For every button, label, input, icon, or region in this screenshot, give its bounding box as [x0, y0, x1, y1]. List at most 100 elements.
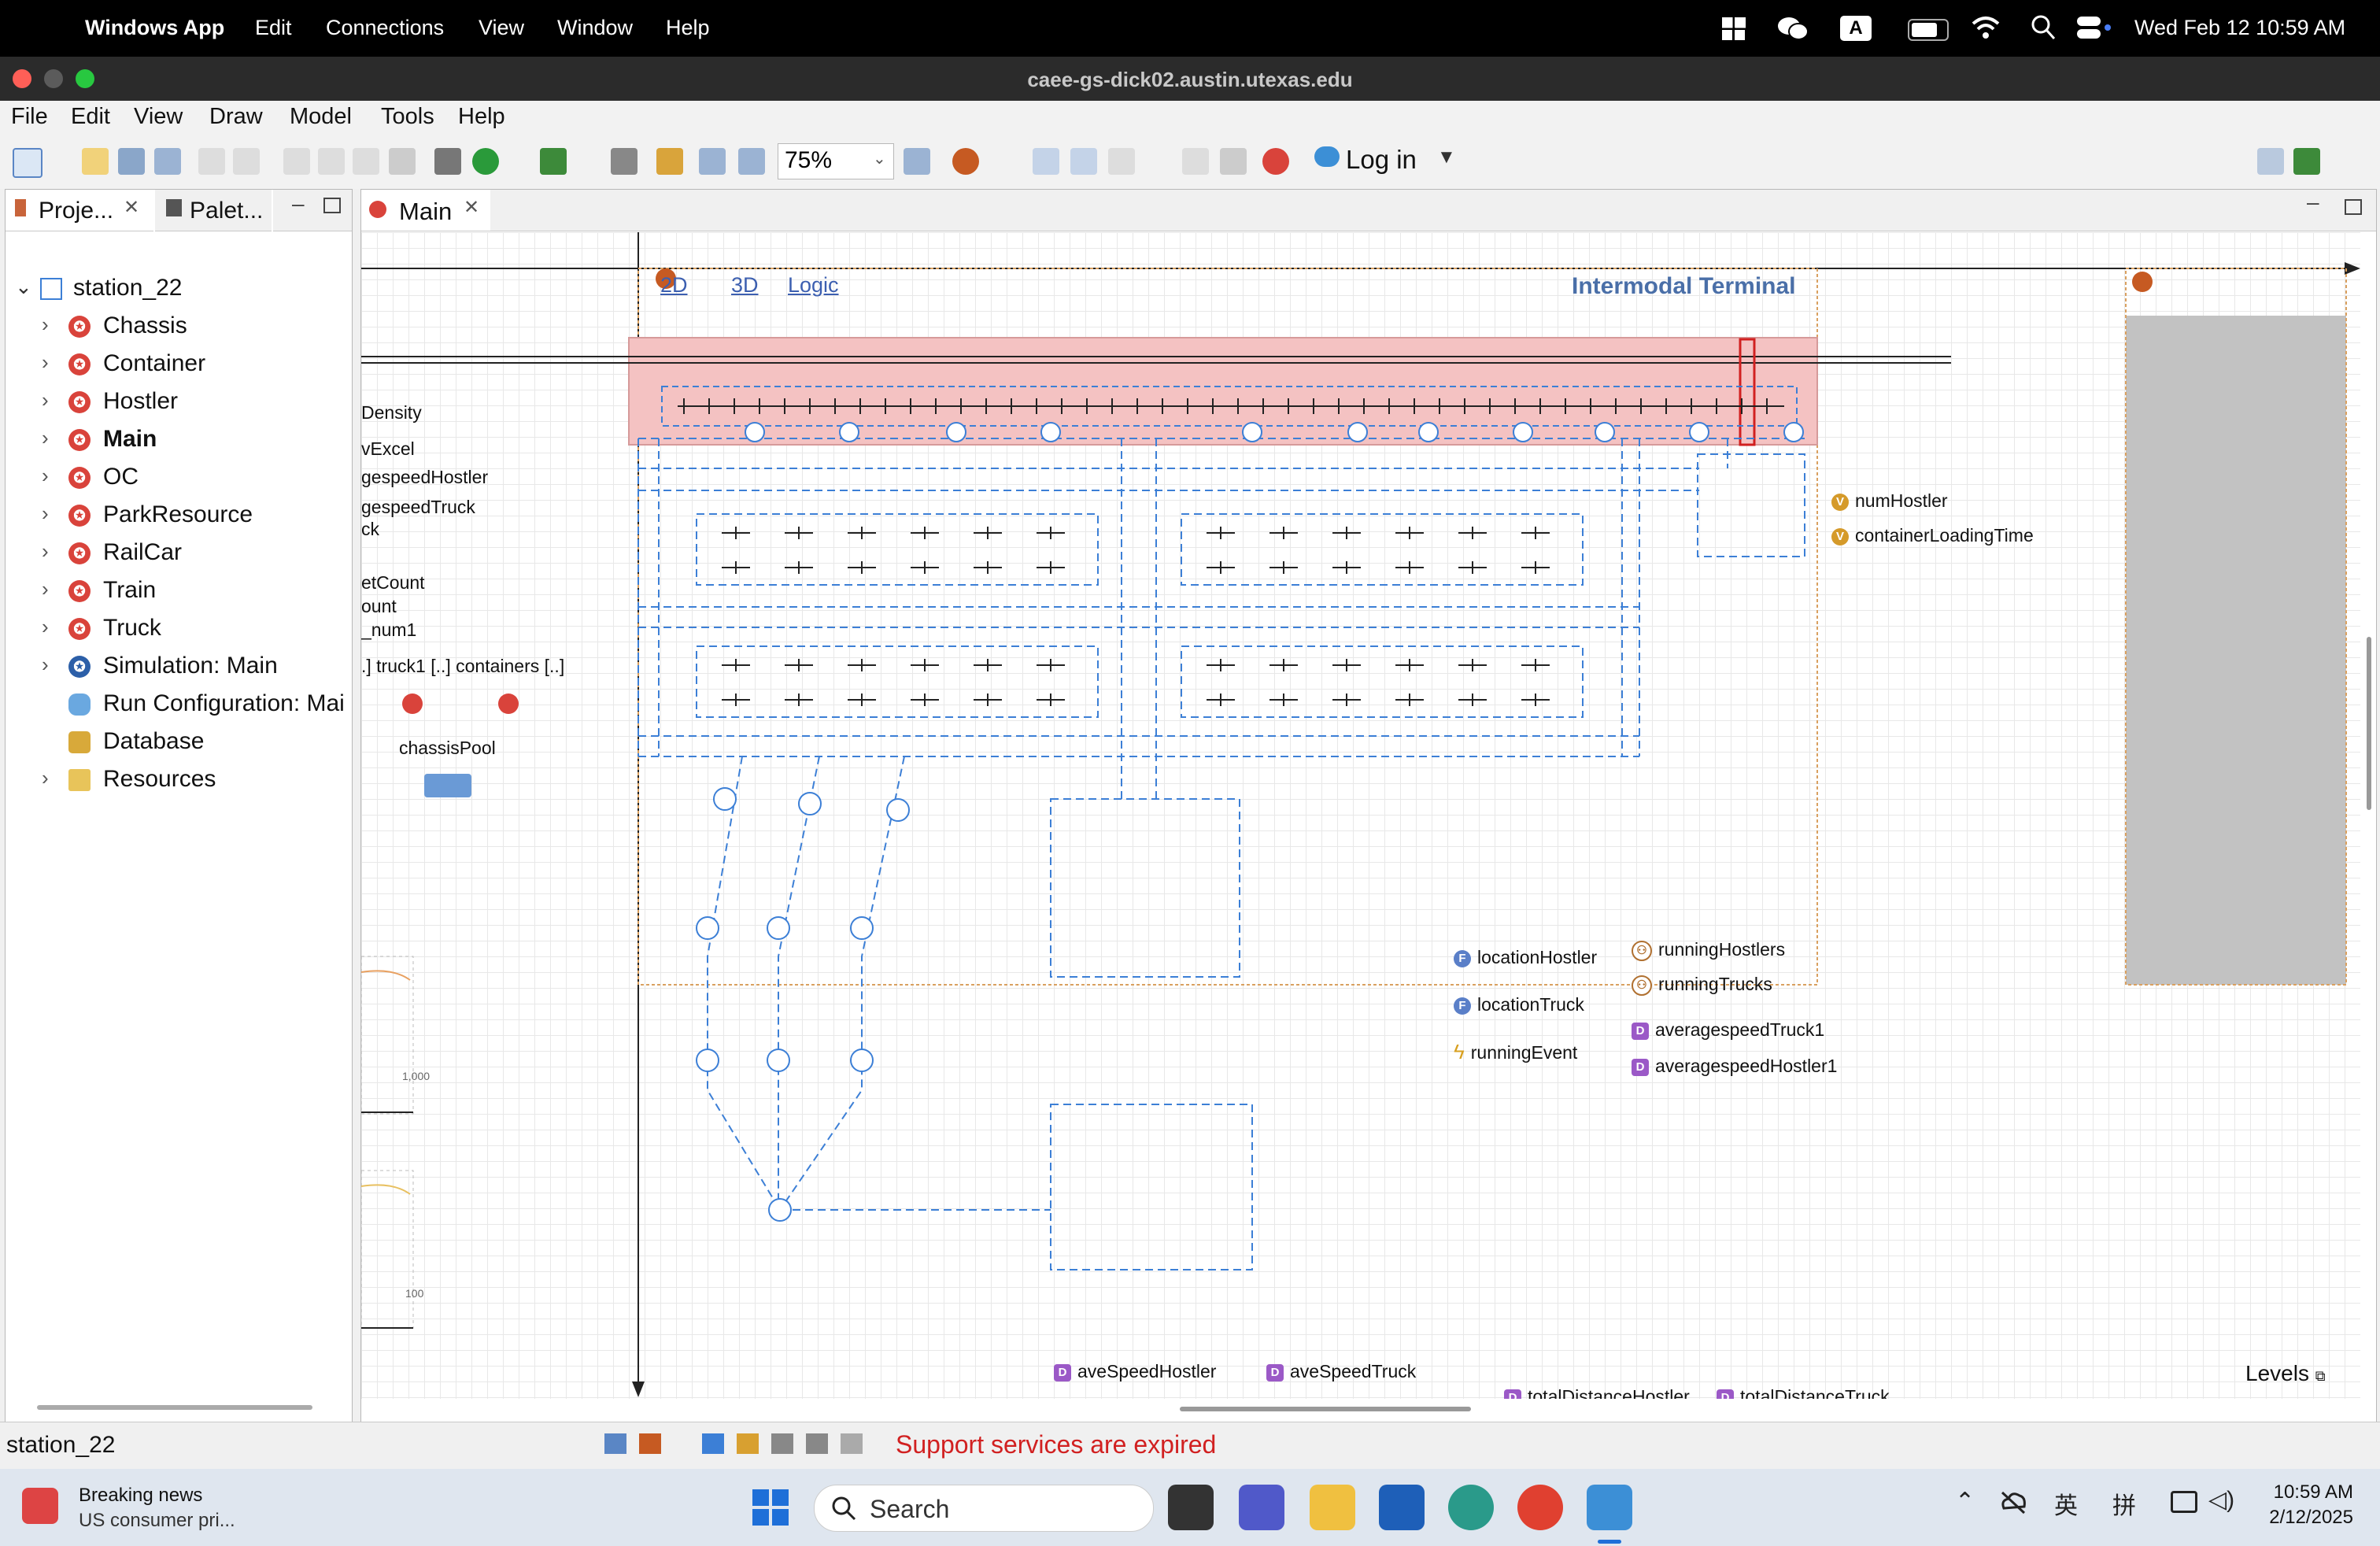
maximize-editor-icon[interactable]	[2345, 199, 2362, 215]
maximize-panel-icon[interactable]	[323, 198, 341, 213]
tab-main[interactable]: Main ✕	[361, 190, 490, 231]
snap-icon[interactable]	[1070, 148, 1097, 175]
chevron-right-icon[interactable]: ›	[42, 313, 49, 337]
left-label[interactable]: etCount	[361, 572, 425, 594]
login-dropdown-icon[interactable]: ▼	[1437, 146, 1456, 168]
view-2d-link[interactable]: 2D	[660, 273, 688, 298]
menu-model[interactable]: Model	[290, 104, 352, 130]
minimize-panel-icon[interactable]: –	[292, 191, 305, 216]
chrome-icon[interactable]	[1517, 1485, 1563, 1530]
vertical-scrollbar[interactable]	[2367, 637, 2371, 810]
ime-mode-icon[interactable]: 拼	[2112, 1486, 2136, 1521]
left-label[interactable]: ck	[361, 519, 379, 540]
zoom-reset-icon[interactable]	[738, 148, 765, 175]
debug-perspective-icon[interactable]	[2293, 148, 2320, 175]
cloud-icon[interactable]	[1314, 146, 1340, 167]
app-name-menu[interactable]: Windows App	[85, 16, 224, 40]
menu-help[interactable]: Help	[458, 104, 505, 130]
function-location-hostler[interactable]: FlocationHostler	[1454, 947, 1597, 968]
debug-icon[interactable]	[540, 148, 567, 175]
function-location-truck[interactable]: FlocationTruck	[1454, 994, 1584, 1015]
dataset-total-distance-truck[interactable]: DtotalDistanceTruck	[1717, 1386, 1890, 1399]
tray-chevron-icon[interactable]: ⌃	[1955, 1488, 1975, 1515]
taskbar-time[interactable]: 10:59 AM	[2259, 1481, 2353, 1503]
support-expired-message[interactable]: Support services are expired	[896, 1430, 1216, 1459]
news-widget[interactable]: Breaking news US consumer pri...	[22, 1483, 258, 1533]
menu-draw[interactable]: Draw	[209, 104, 263, 130]
onedrive-icon[interactable]	[1999, 1489, 2027, 1515]
shapes-icon[interactable]	[737, 1433, 759, 1454]
menu-file[interactable]: File	[11, 104, 48, 130]
param-container-loading-time[interactable]: VcontainerLoadingTime	[1831, 525, 2034, 546]
mac-clock[interactable]: Wed Feb 12 10:59 AM	[2134, 16, 2345, 40]
tree-item-resources[interactable]: › Resources	[6, 761, 352, 799]
tree-item-oc[interactable]: › ✪ OC	[6, 459, 352, 497]
zoom-in-icon[interactable]	[904, 148, 930, 175]
problems-icon[interactable]	[639, 1433, 661, 1454]
control-center-icon[interactable]	[2076, 16, 2112, 39]
file-explorer-icon[interactable]	[1310, 1485, 1355, 1530]
close-icon[interactable]: ✕	[464, 196, 479, 219]
paste-icon[interactable]	[353, 148, 379, 175]
tree-item-railcar[interactable]: › ✪ RailCar	[6, 534, 352, 572]
horizontal-scrollbar[interactable]	[1180, 1407, 1471, 1411]
save-icon[interactable]	[118, 148, 145, 175]
model-canvas[interactable]: 2D 3D Logic Intermodal Terminal Density …	[361, 232, 2360, 1399]
connect-icon[interactable]	[1182, 148, 1209, 175]
chevron-right-icon[interactable]: ›	[42, 501, 49, 526]
tree-root[interactable]: ⌄ station_22	[6, 270, 352, 308]
paths-icon[interactable]	[771, 1433, 793, 1454]
menu-edit[interactable]: Edit	[71, 104, 110, 130]
chassis-pool-label[interactable]: chassisPool	[399, 738, 496, 759]
anylogic-taskbar-icon[interactable]	[1587, 1485, 1632, 1530]
ime-lang-icon[interactable]: 英	[2054, 1486, 2078, 1521]
dataset-ave-speed-truck[interactable]: DaveSpeedTruck	[1266, 1361, 1416, 1382]
mac-menu-window[interactable]: Window	[557, 16, 633, 40]
chevron-right-icon[interactable]: ›	[42, 464, 49, 488]
event-running[interactable]: ϟ runningEvent	[1454, 1040, 1577, 1064]
tree-item-hostler[interactable]: › ✪ Hostler	[6, 383, 352, 421]
start-point-icon[interactable]	[2132, 272, 2153, 292]
build-icon[interactable]	[434, 148, 461, 175]
close-icon[interactable]: ✕	[124, 196, 139, 219]
spotlight-search-icon[interactable]	[2031, 14, 2056, 41]
menu-view[interactable]: View	[134, 104, 183, 130]
teams-icon[interactable]	[1239, 1485, 1284, 1530]
run-icon[interactable]	[472, 148, 499, 175]
mac-menu-connections[interactable]: Connections	[326, 16, 444, 40]
network-tray-icon[interactable]	[2171, 1491, 2197, 1513]
chevron-right-icon[interactable]: ›	[42, 615, 49, 639]
chevron-right-icon[interactable]: ›	[42, 653, 49, 677]
agent-icon[interactable]	[402, 693, 423, 714]
wechat-icon[interactable]	[1777, 16, 1809, 41]
tab-projects[interactable]: Proje... ✕	[6, 190, 153, 231]
levels-button[interactable]: Levels ⧉	[2245, 1361, 2326, 1386]
battery-icon[interactable]	[1908, 19, 1949, 41]
horizontal-scrollbar[interactable]	[37, 1405, 312, 1410]
perspective-icon[interactable]	[2257, 148, 2284, 175]
zoom-window-button[interactable]	[76, 69, 94, 88]
volume-icon[interactable]: ◁)	[2208, 1486, 2234, 1514]
chevron-right-icon[interactable]: ›	[42, 350, 49, 375]
agent-red-icon[interactable]	[1262, 148, 1289, 175]
windows-start-icon[interactable]	[752, 1489, 789, 1526]
windows-grid-icon[interactable]	[1722, 17, 1746, 41]
left-label[interactable]: _num1	[361, 620, 416, 641]
tree-item-main[interactable]: › ✪ Main	[6, 421, 352, 459]
input-source-icon[interactable]: A	[1840, 16, 1872, 41]
mac-menu-edit[interactable]: Edit	[255, 16, 292, 40]
expanded-chevron-icon[interactable]: ⌄	[15, 275, 32, 299]
view-3d-link[interactable]: 3D	[731, 273, 759, 298]
copy-icon[interactable]	[318, 148, 345, 175]
edge-icon[interactable]	[1448, 1485, 1494, 1530]
tree-item-parkresource[interactable]: › ✪ ParkResource	[6, 497, 352, 534]
zoom-fit-icon[interactable]	[699, 148, 726, 175]
new-model-icon[interactable]	[13, 148, 42, 178]
left-label[interactable]: gespeedHostler	[361, 467, 488, 488]
minimize-editor-icon[interactable]: –	[2307, 190, 2319, 215]
chevron-right-icon[interactable]: ›	[42, 388, 49, 412]
param-num-hostler[interactable]: VnumHostler	[1831, 490, 1948, 512]
tree-item-container[interactable]: › ✪ Container	[6, 346, 352, 383]
tree-item-chassis[interactable]: › ✪ Chassis	[6, 308, 352, 346]
stop-icon[interactable]	[611, 148, 638, 175]
